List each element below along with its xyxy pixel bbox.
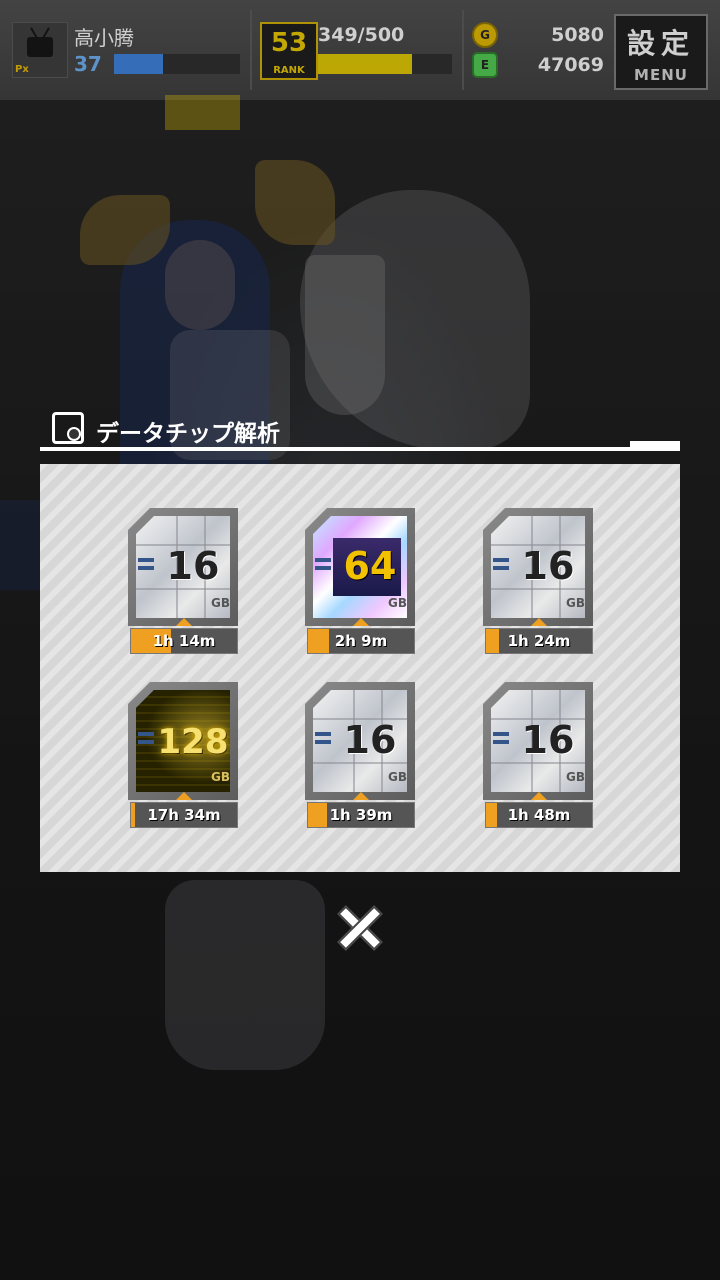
title-underline-accent (630, 441, 680, 447)
chip-unit: GB (388, 596, 407, 610)
exp-bar-fill (114, 54, 163, 74)
chip-currency-amount: 47069 (537, 54, 604, 76)
data-chip-card[interactable]: 16 GB 1h 39m (305, 682, 417, 834)
data-chip-card[interactable]: 16 GB 1h 48m (483, 682, 595, 834)
chip-panel: 16 GB 1h 14m 64 GB 2h 9m 16 GB 1h 24m 128 GB 17h 34… (40, 464, 680, 872)
chip-capacity: 16 (521, 544, 575, 588)
data-chip-card[interactable]: 16 GB 1h 24m (483, 508, 595, 660)
analysis-icon (52, 412, 84, 444)
chip-timer: 17h 34m (130, 802, 238, 828)
chip-timer-text: 1h 14m (152, 632, 216, 650)
background-tab (165, 95, 240, 130)
exp-bar (114, 54, 240, 74)
chip-grid-line (491, 762, 585, 764)
chip-unit: GB (566, 596, 585, 610)
chip-timer: 2h 9m (307, 628, 415, 654)
tv-icon (27, 37, 53, 57)
player-level: 37 (74, 52, 102, 76)
chip-unit: GB (211, 596, 230, 610)
chip-timer: 1h 39m (307, 802, 415, 828)
data-chip-card[interactable]: 16 GB 1h 14m (128, 508, 240, 660)
stamina-bar (318, 54, 452, 74)
progress-marker-icon (353, 792, 369, 800)
rank-badge: 53 RANK (260, 22, 318, 80)
chip-timer: 1h 24m (485, 628, 593, 654)
rank-label: RANK (273, 65, 305, 76)
player-avatar[interactable]: Px (12, 22, 68, 78)
chip-timer: 1h 14m (130, 628, 238, 654)
chip-pins (493, 558, 509, 574)
menu-kanji: 設定 (626, 27, 695, 60)
chip-timer-text: 1h 48m (507, 806, 571, 824)
progress-marker-icon (531, 792, 547, 800)
chip-unit: GB (211, 770, 230, 784)
chip-pins (138, 732, 154, 748)
progress-marker-icon (531, 618, 547, 626)
chip-currency-icon: E (472, 52, 498, 78)
chip-pins (315, 732, 331, 748)
chip-capacity: 16 (166, 544, 220, 588)
chip-grid-line (491, 588, 585, 590)
magnifier-icon (67, 427, 81, 441)
chip-capacity: 16 (343, 718, 397, 762)
dialog-title: データチップ解析 (96, 421, 280, 447)
chip-unit: GB (388, 770, 407, 784)
avatar-badge: Px (15, 64, 29, 75)
stamina-text: 349/500 (318, 24, 405, 46)
gold-amount: 5080 (551, 24, 604, 46)
chip-capacity: 16 (521, 718, 575, 762)
title-underline (40, 447, 680, 451)
chip-timer-text: 1h 39m (329, 806, 393, 824)
close-button[interactable] (330, 898, 390, 958)
top-hud: Px 高小腾 37 53 RANK 349/500 G 5080 E 47069… (0, 0, 720, 100)
chip-timer-text: 17h 34m (147, 806, 221, 824)
gold-coin-icon: G (472, 22, 498, 48)
chip-pins (493, 732, 509, 748)
chip-unit: GB (566, 770, 585, 784)
progress-marker-icon (176, 618, 192, 626)
data-chip-card[interactable]: 128 GB 17h 34m (128, 682, 240, 834)
menu-label: MENU (634, 66, 688, 84)
stamina-bar-fill (318, 54, 412, 74)
chip-capacity: 64 (343, 544, 397, 588)
chip-pins (138, 558, 154, 574)
rank-value: 53 (270, 28, 308, 58)
progress-marker-icon (353, 618, 369, 626)
chip-timer-text: 2h 9m (334, 632, 388, 650)
chip-grid-line (136, 588, 230, 590)
chip-pins (315, 558, 331, 574)
progress-marker-icon (176, 792, 192, 800)
hud-divider (462, 10, 464, 90)
chip-grid-line (313, 762, 407, 764)
data-chip-card[interactable]: 64 GB 2h 9m (305, 508, 417, 660)
menu-button[interactable]: 設定 MENU (614, 14, 708, 90)
hud-divider (250, 10, 252, 90)
gold-coin-glyph: G (480, 28, 490, 42)
chip-currency-glyph: E (480, 58, 490, 72)
chip-timer: 1h 48m (485, 802, 593, 828)
chip-timer-text: 1h 24m (507, 632, 571, 650)
player-name: 高小腾 (74, 26, 134, 50)
chip-capacity: 128 (157, 722, 229, 762)
